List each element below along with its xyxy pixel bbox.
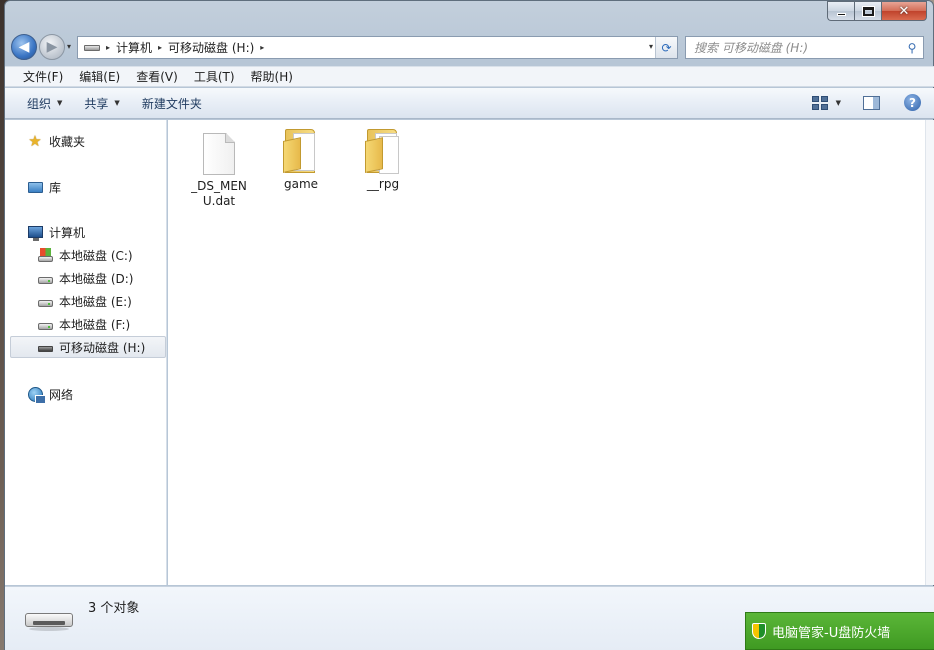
sidebar-item-label: 本地磁盘 (D:) (59, 271, 134, 286)
network-icon (27, 386, 46, 404)
minimize-button[interactable] (827, 1, 854, 21)
breadcrumb-removable-disk[interactable]: 可移动磁盘 (H:) (168, 39, 254, 56)
chevron-down-icon: ▼ (57, 99, 63, 107)
star-icon: ★ (28, 132, 42, 150)
sidebar-item-label: 收藏夹 (49, 134, 86, 149)
shield-icon (752, 623, 766, 639)
change-view-icon[interactable] (811, 95, 828, 110)
sidebar-item-label: 本地磁盘 (C:) (59, 248, 133, 263)
minimize-icon (836, 12, 846, 16)
menu-tools[interactable]: 工具(T) (186, 68, 243, 85)
sidebar-item-drive-c[interactable]: 本地磁盘 (C:) (37, 244, 133, 266)
help-icon[interactable]: ? (904, 94, 921, 111)
file-item[interactable]: _DS_MENU.dat (186, 133, 252, 209)
search-box[interactable]: 搜索 可移动磁盘 (H:) ⚲ (685, 36, 924, 59)
breadcrumb-separator[interactable]: ▸ (158, 43, 162, 52)
folder-name: __rpg (366, 177, 400, 191)
sidebar-item-label: 网络 (49, 387, 74, 402)
tray-notification-text: 电脑管家-U盘防火墙 (772, 625, 891, 641)
menu-bar: 文件(F) 编辑(E) 查看(V) 工具(T) 帮助(H) (5, 66, 934, 87)
drive-icon (84, 44, 100, 51)
folder-icon (283, 129, 319, 173)
tray-notification[interactable]: 电脑管家-U盘防火墙 (745, 612, 934, 650)
back-arrow-icon: ◀ (18, 39, 30, 55)
recent-pages-dropdown[interactable]: ▾ (67, 42, 71, 51)
navigation-pane: ★ 收藏夹 库 计算机 本地磁盘 (C:) 本地磁盘 (D:) 本地磁盘 (E:… (5, 120, 167, 585)
search-icon[interactable]: ⚲ (901, 41, 923, 55)
drive-icon (37, 270, 53, 286)
maximize-button[interactable] (854, 1, 881, 21)
scrollbar[interactable] (925, 120, 934, 585)
computer-icon (27, 224, 43, 241)
search-input[interactable]: 搜索 可移动磁盘 (H:) (694, 39, 901, 56)
breadcrumb-separator[interactable]: ▸ (260, 43, 264, 52)
share-label: 共享 (84, 96, 109, 111)
explorer-window: ✕ ◀ ▶ ▾ ▸ 计算机 ▸ 可移动磁盘 (H:) ▸ ▾ ⟳ 搜索 可移动磁… (4, 0, 934, 650)
forward-arrow-icon: ▶ (46, 39, 58, 55)
breadcrumb-computer[interactable]: 计算机 (116, 39, 152, 56)
sidebar-item-drive-f[interactable]: 本地磁盘 (F:) (37, 313, 130, 335)
new-folder-button[interactable]: 新建文件夹 (134, 95, 210, 112)
sidebar-item-computer[interactable]: 计算机 (27, 221, 85, 243)
refresh-icon: ⟳ (661, 40, 672, 55)
chevron-down-icon[interactable]: ▼ (836, 99, 841, 107)
address-bar[interactable]: ▸ 计算机 ▸ 可移动磁盘 (H:) ▸ ▾ ⟳ (77, 36, 678, 59)
folder-name: game (283, 177, 319, 191)
drive-icon (37, 293, 53, 309)
removable-drive-icon (25, 613, 73, 631)
folder-item[interactable]: __rpg (350, 129, 416, 192)
library-icon (27, 179, 43, 195)
menu-file[interactable]: 文件(F) (15, 68, 71, 85)
drive-icon (37, 316, 53, 332)
preview-pane-icon[interactable] (863, 95, 880, 110)
sidebar-item-label: 计算机 (49, 225, 86, 240)
refresh-button[interactable]: ⟳ (655, 37, 677, 58)
sidebar-item-favorites[interactable]: ★ 收藏夹 (27, 130, 85, 152)
menu-edit[interactable]: 编辑(E) (71, 68, 128, 85)
back-button[interactable]: ◀ (11, 34, 37, 60)
organize-label: 组织 (27, 96, 52, 111)
close-icon: ✕ (898, 3, 910, 19)
document-icon (203, 133, 235, 175)
address-dropdown[interactable]: ▾ (649, 42, 653, 51)
item-count: 3 个对象 (88, 601, 140, 616)
share-button[interactable]: 共享 ▼ (76, 95, 127, 112)
sidebar-item-label: 可移动磁盘 (H:) (59, 340, 146, 355)
menu-help[interactable]: 帮助(H) (243, 68, 301, 85)
sidebar-item-label: 库 (49, 180, 62, 195)
system-drive-icon (37, 247, 53, 263)
caption-buttons: ✕ (827, 1, 927, 21)
maximize-icon (861, 5, 875, 17)
usb-drive-icon (37, 339, 53, 355)
command-bar: 组织 ▼ 共享 ▼ 新建文件夹 ▼ ? (5, 88, 934, 119)
sidebar-item-libraries[interactable]: 库 (27, 176, 61, 198)
folder-icon (365, 129, 401, 174)
sidebar-item-label: 本地磁盘 (F:) (59, 317, 131, 332)
menu-view[interactable]: 查看(V) (128, 68, 186, 85)
navigation-row: ◀ ▶ ▾ ▸ 计算机 ▸ 可移动磁盘 (H:) ▸ ▾ ⟳ 搜索 可移动磁盘 … (5, 31, 934, 63)
close-button[interactable]: ✕ (881, 1, 927, 21)
sidebar-item-network[interactable]: 网络 (27, 383, 73, 405)
chevron-down-icon: ▼ (114, 99, 120, 107)
organize-button[interactable]: 组织 ▼ (19, 95, 70, 112)
forward-button[interactable]: ▶ (39, 34, 65, 60)
folder-item[interactable]: game (268, 129, 334, 192)
breadcrumb-separator[interactable]: ▸ (106, 43, 110, 52)
sidebar-item-drive-d[interactable]: 本地磁盘 (D:) (37, 267, 133, 289)
new-folder-label: 新建文件夹 (141, 96, 202, 111)
sidebar-item-drive-h[interactable]: 可移动磁盘 (H:) (10, 336, 166, 358)
sidebar-item-drive-e[interactable]: 本地磁盘 (E:) (37, 290, 132, 312)
file-list-pane: _DS_MENU.dat game __rpg (168, 120, 925, 585)
file-name: _DS_MENU.dat (191, 179, 247, 208)
command-bar-right: ▼ ? (811, 94, 921, 111)
sidebar-item-label: 本地磁盘 (E:) (59, 294, 132, 309)
